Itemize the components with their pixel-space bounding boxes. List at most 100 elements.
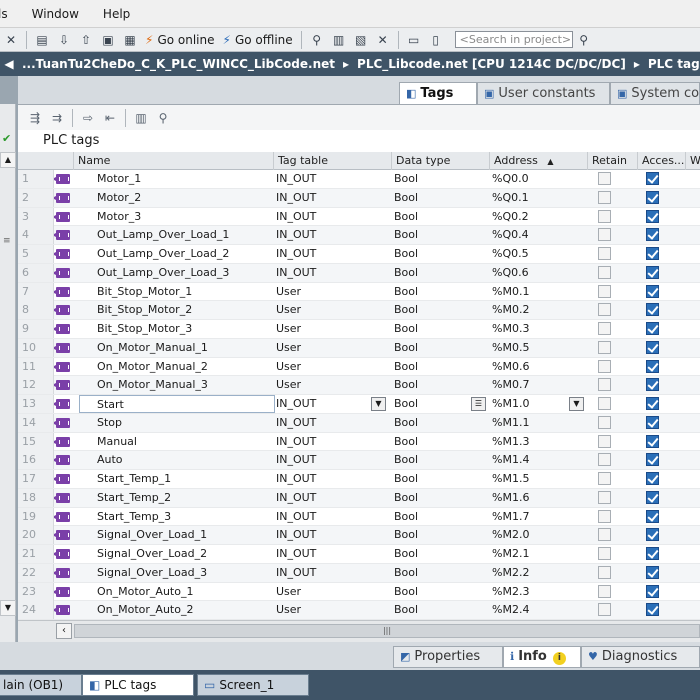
table-row[interactable]: 16 Auto IN_OUT Bool %M1.4	[18, 451, 700, 470]
table-row[interactable]: 12 On_Motor_Manual_3 User Bool %M0.7	[18, 376, 700, 395]
accessible-checkbox[interactable]	[646, 434, 659, 448]
accessible-cell[interactable]	[646, 208, 664, 226]
accessible-cell[interactable]	[646, 358, 664, 376]
address-cell[interactable]: %M1.6	[492, 489, 588, 507]
tag-table-cell[interactable]: IN_OUT	[276, 564, 392, 582]
upload-icon[interactable]: ⇧	[77, 31, 95, 49]
address-cell[interactable]: %Q0.0	[492, 170, 588, 188]
tag-table-cell[interactable]: IN_OUT	[276, 433, 392, 451]
address-cell[interactable]: %Q0.4	[492, 226, 588, 244]
tab-diagnostics[interactable]: ♥ Diagnostics	[581, 646, 700, 668]
retain-checkbox[interactable]	[598, 397, 611, 410]
table-row[interactable]: 5 Out_Lamp_Over_Load_2 IN_OUT Bool %Q0.5	[18, 245, 700, 264]
tag-name-cell[interactable]: On_Motor_Auto_1	[97, 583, 271, 601]
tag-table-cell[interactable]: User	[276, 301, 392, 319]
task-plc-tags[interactable]: ◧ PLC tags	[82, 674, 194, 696]
data-type-cell[interactable]: Bool	[394, 601, 490, 619]
tag-name-cell[interactable]: On_Motor_Auto_2	[97, 601, 271, 619]
scroll-up-icon[interactable]: ▲	[0, 152, 16, 168]
scrollbar-thumb[interactable]: |||	[74, 624, 700, 638]
table-row[interactable]: 9 Bit_Stop_Motor_3 User Bool %M0.3	[18, 320, 700, 339]
retain-cell[interactable]	[598, 208, 616, 226]
address-cell[interactable]: %M1.1	[492, 414, 588, 432]
breadcrumb-current[interactable]: PLC tags	[648, 57, 700, 71]
retain-checkbox[interactable]	[598, 528, 611, 542]
table-row[interactable]: 10 On_Motor_Manual_1 User Bool %M0.5	[18, 338, 700, 358]
accessible-cell[interactable]	[646, 601, 664, 619]
retain-cell[interactable]	[598, 489, 616, 507]
table-row[interactable]: 22 Signal_Over_Load_3 IN_OUT Bool %M2.2	[18, 563, 700, 583]
table-row[interactable]: 17 Start_Temp_1 IN_OUT Bool %M1.5	[18, 470, 700, 489]
import-icon[interactable]: ⇤	[101, 109, 119, 127]
retain-cell[interactable]	[598, 564, 616, 582]
data-type-cell[interactable]: Bool	[394, 189, 490, 207]
address-cell[interactable]: %M0.6	[492, 358, 588, 376]
accessible-devices-icon[interactable]: ⚲	[308, 31, 326, 49]
retain-checkbox[interactable]	[598, 228, 611, 242]
data-type-cell[interactable]: Bool	[394, 301, 490, 319]
retain-checkbox[interactable]	[598, 547, 611, 560]
delete-icon[interactable]: ✕	[2, 31, 20, 49]
runtime-icon[interactable]: ▦	[121, 31, 139, 49]
address-cell[interactable]: %Q0.5	[492, 245, 588, 263]
accessible-cell[interactable]	[646, 189, 664, 207]
go-online-button[interactable]: ⚡ Go online	[145, 33, 215, 47]
tag-table-cell[interactable]: IN_OUT	[276, 470, 392, 488]
accessible-checkbox[interactable]	[646, 247, 659, 260]
tag-name-cell[interactable]: Start_Temp_2	[97, 489, 271, 507]
address-cell[interactable]: %M2.4	[492, 601, 588, 619]
split-vertical-icon[interactable]: ▯	[427, 31, 445, 49]
data-type-cell[interactable]: Bool	[394, 170, 490, 188]
data-type-cell[interactable]: Bool	[394, 208, 490, 226]
accessible-checkbox[interactable]	[646, 340, 659, 354]
address-cell[interactable]: %M0.5	[492, 339, 588, 357]
retain-cell[interactable]	[598, 470, 616, 488]
close-editor-icon[interactable]: ✕	[374, 31, 392, 49]
splitter-grip-icon[interactable]: ≡	[3, 236, 11, 246]
data-type-cell[interactable]: Bool	[394, 376, 490, 394]
table-row[interactable]: 23 On_Motor_Auto_1 User Bool %M2.3	[18, 582, 700, 602]
retain-cell[interactable]	[598, 508, 616, 526]
retain-checkbox[interactable]	[598, 509, 611, 523]
add-row-icon[interactable]: ⇶	[26, 109, 44, 127]
tag-name-cell[interactable]: Auto	[97, 451, 271, 469]
tag-name-cell[interactable]: Signal_Over_Load_3	[97, 564, 271, 582]
tag-table-dropdown-icon[interactable]: ▼	[371, 397, 386, 411]
data-type-cell[interactable]: Bool	[394, 283, 490, 301]
retain-checkbox[interactable]	[598, 172, 611, 185]
tag-table-cell[interactable]: User	[276, 601, 392, 619]
accessible-cell[interactable]	[646, 564, 664, 582]
tag-table-cell[interactable]: IN_OUT	[276, 508, 392, 526]
data-type-cell[interactable]: Bool	[394, 545, 490, 563]
accessible-checkbox[interactable]	[646, 397, 659, 410]
retain-cell[interactable]	[598, 170, 616, 188]
header-retain[interactable]: Retain	[588, 152, 638, 170]
address-cell[interactable]: %M2.3	[492, 583, 588, 601]
accessible-checkbox[interactable]	[646, 378, 659, 392]
download-icon[interactable]: ⇩	[55, 31, 73, 49]
accessible-cell[interactable]	[646, 170, 664, 188]
retain-cell[interactable]	[598, 358, 616, 376]
accessible-checkbox[interactable]	[646, 265, 659, 279]
retain-checkbox[interactable]	[598, 265, 611, 279]
tag-table-cell[interactable]: User	[276, 283, 392, 301]
task-main-ob1[interactable]: lain (OB1)	[0, 674, 82, 696]
retain-cell[interactable]	[598, 301, 616, 319]
menu-help[interactable]: Help	[91, 0, 142, 28]
accessible-cell[interactable]	[646, 508, 664, 526]
split-horizontal-icon[interactable]: ▭	[405, 31, 423, 49]
accessible-checkbox[interactable]	[646, 453, 659, 467]
table-row[interactable]: 2 Motor_2 IN_OUT Bool %Q0.1	[18, 188, 700, 208]
tag-table-cell[interactable]: IN_OUT	[276, 545, 392, 563]
accessible-cell[interactable]	[646, 245, 664, 263]
tag-table-cell[interactable]: IN_OUT	[276, 489, 392, 507]
accessible-cell[interactable]	[646, 320, 664, 338]
accessible-cell[interactable]	[646, 414, 664, 432]
address-cell[interactable]: %M2.0	[492, 526, 588, 544]
retain-checkbox[interactable]	[598, 359, 611, 373]
data-type-picker-icon[interactable]: ☰	[471, 397, 486, 411]
accessible-checkbox[interactable]	[646, 303, 659, 317]
horizontal-scrollbar[interactable]: ‹ |||	[18, 620, 700, 642]
breadcrumb-project[interactable]: ...TuanTu2CheDo_C_K_PLC_WINCC_LibCode.ne…	[22, 57, 335, 71]
tag-table-cell[interactable]: User	[276, 358, 392, 376]
